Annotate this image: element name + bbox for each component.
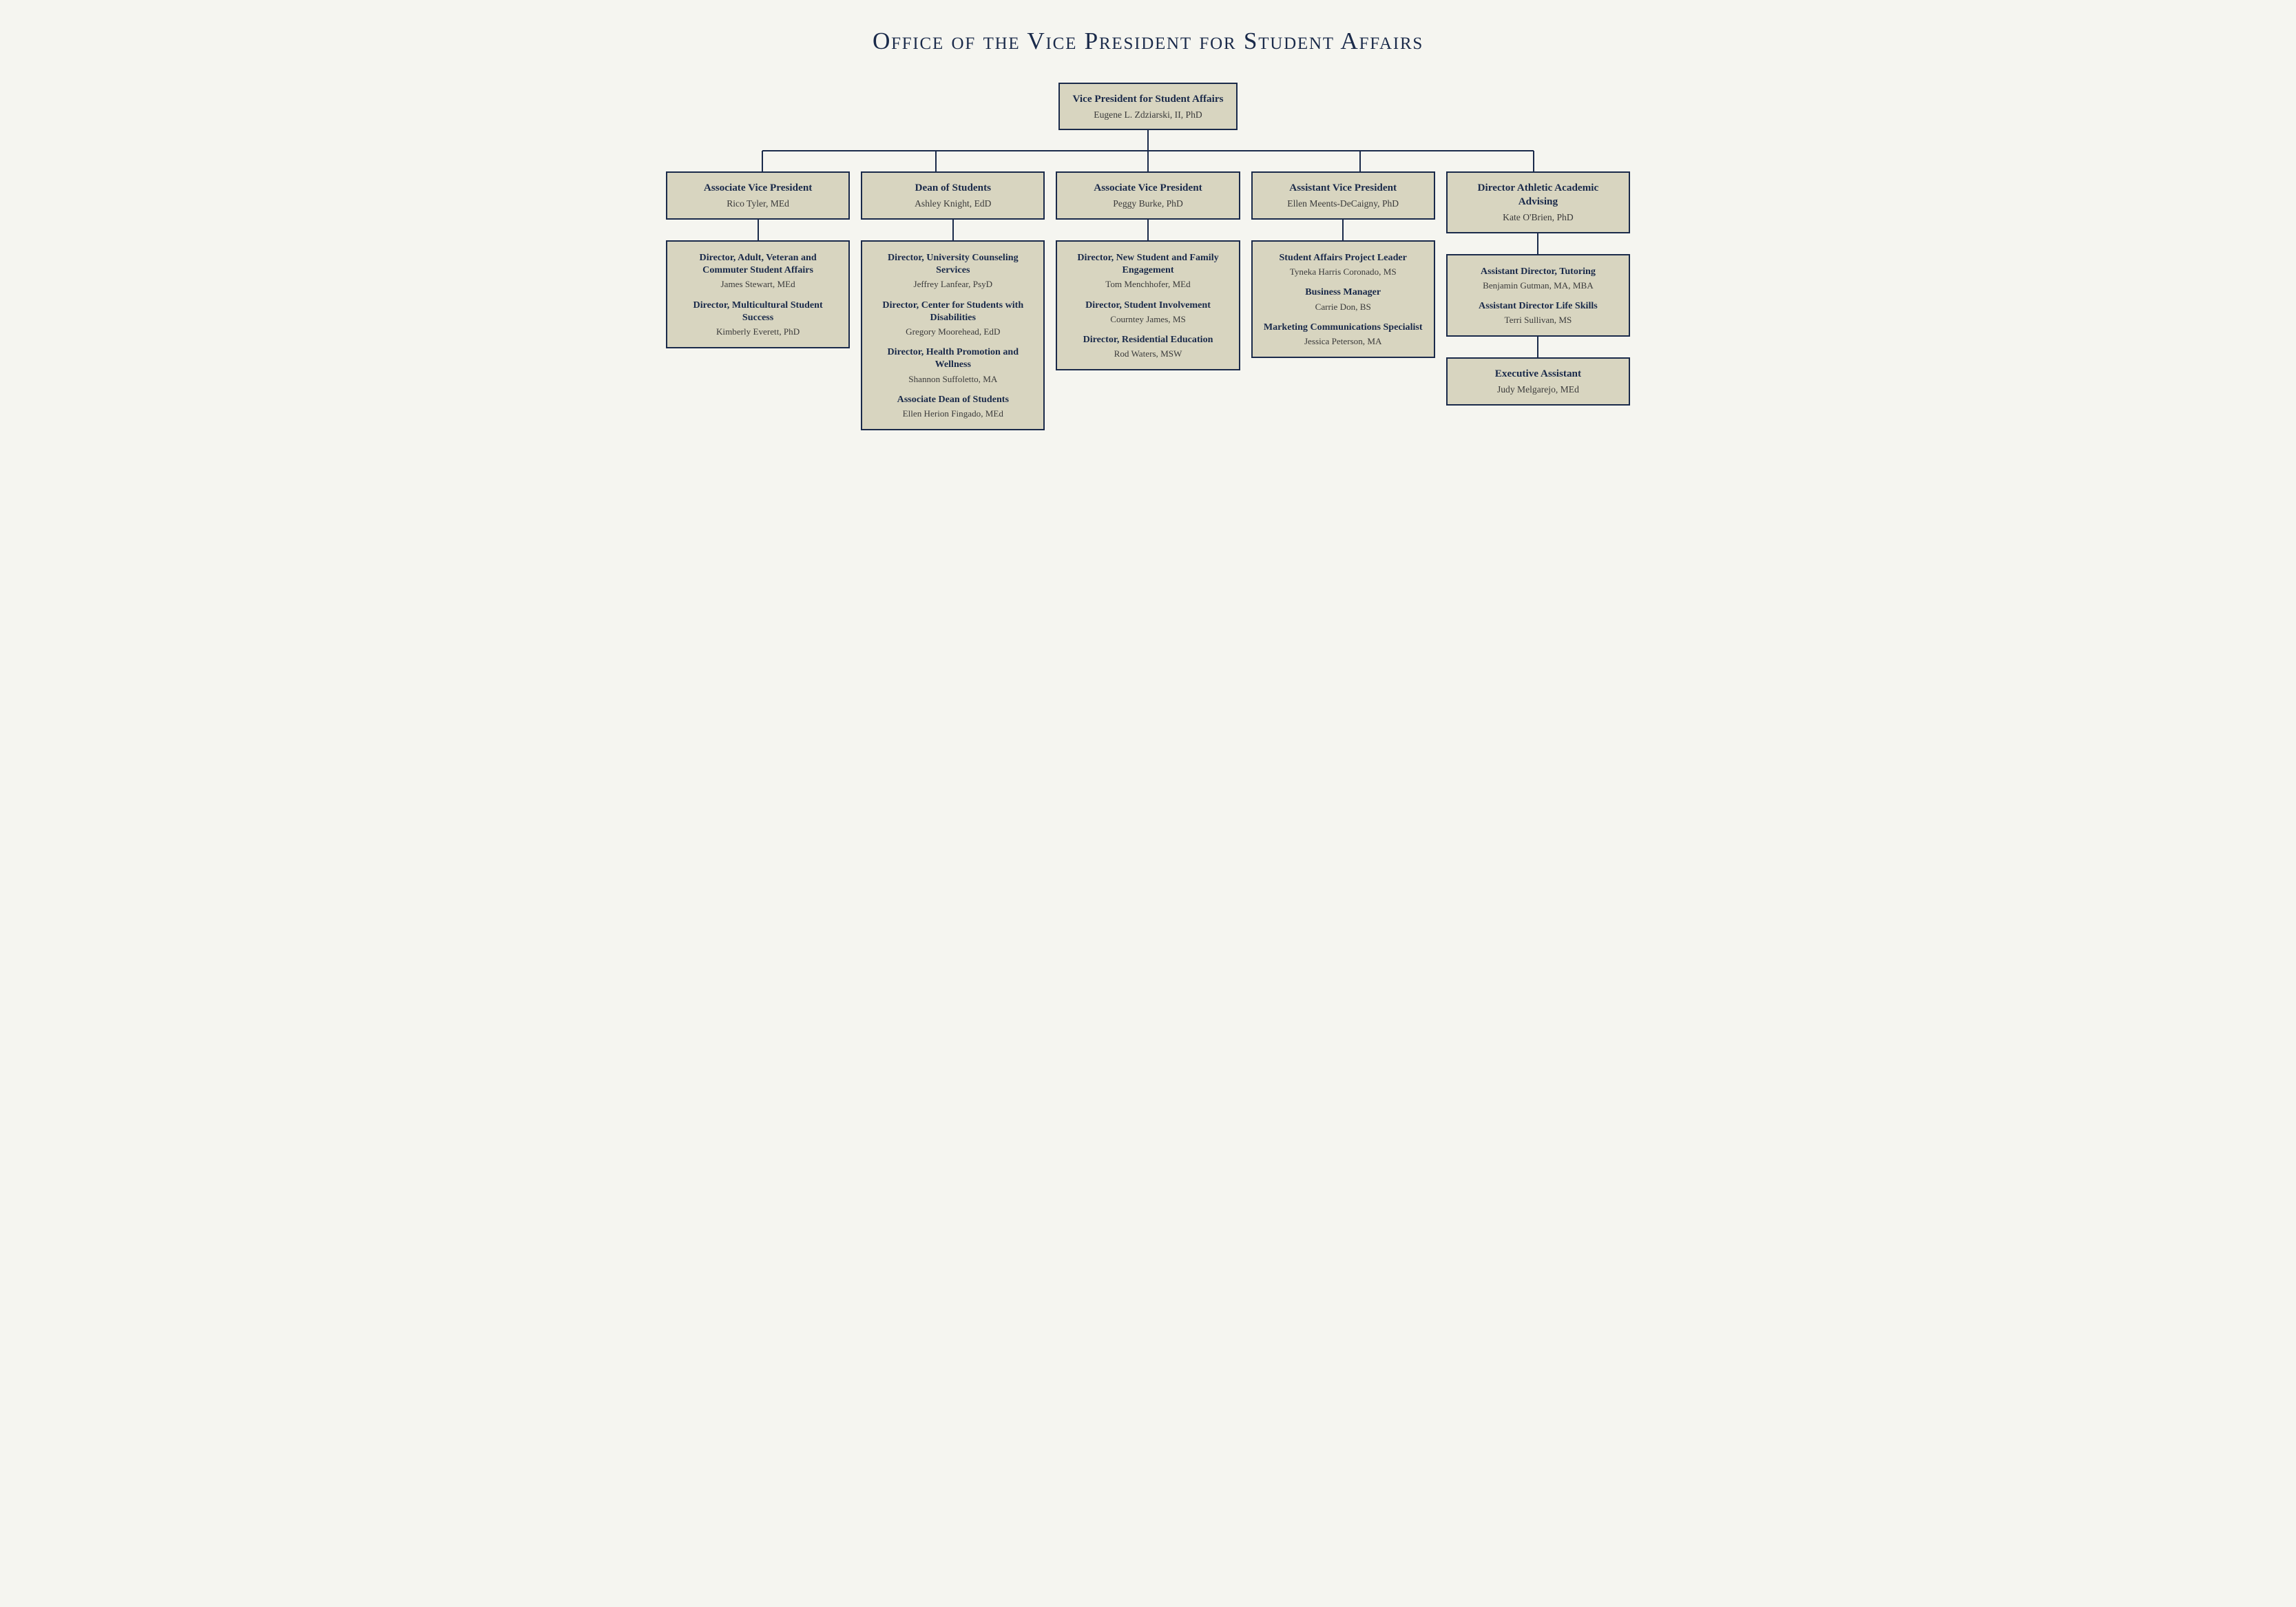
col2-entry2-name: Gregory Moorehead, EdD <box>873 326 1032 337</box>
col5-level1-box: Director Athletic Academic Advising Kate… <box>1446 171 1630 233</box>
col1-entry1-title: Director, Adult, Veteran and Commuter St… <box>678 251 837 277</box>
col2-entry2-title: Director, Center for Students with Disab… <box>873 299 1032 324</box>
col4-entry-3: Marketing Communications Specialist Jess… <box>1264 321 1423 347</box>
col3-entry2-title: Director, Student Involvement <box>1068 299 1227 311</box>
vp-connector <box>666 130 1630 171</box>
col5-level1-title: Director Athletic Academic Advising <box>1459 181 1618 209</box>
col1-entry-1: Director, Adult, Veteran and Commuter St… <box>678 251 837 291</box>
col3-entry1-name: Tom Menchhofer, MEd <box>1068 278 1227 290</box>
col3-entry3-title: Director, Residential Education <box>1068 333 1227 346</box>
col4-entry2-name: Carrie Don, BS <box>1264 301 1423 313</box>
col2-v-connector <box>952 220 954 240</box>
col3-v-connector <box>1147 220 1149 240</box>
col3-entry1-title: Director, New Student and Family Engagem… <box>1068 251 1227 277</box>
col5-entry2-title: Assistant Director Life Skills <box>1459 300 1618 312</box>
col2-entry1-name: Jeffrey Lanfear, PsyD <box>873 278 1032 290</box>
col2-entry-2: Director, Center for Students with Disab… <box>873 299 1032 338</box>
col3-entry3-name: Rod Waters, MSW <box>1068 348 1227 359</box>
column-3: Associate Vice President Peggy Burke, Ph… <box>1056 171 1240 430</box>
col1-level1-title: Associate Vice President <box>678 181 837 195</box>
col5-level3-title: Executive Assistant <box>1459 367 1618 381</box>
col2-entry3-title: Director, Health Promotion and Wellness <box>873 346 1032 371</box>
col3-entry-3: Director, Residential Education Rod Wate… <box>1068 333 1227 359</box>
col5-entry1-name: Benjamin Gutman, MA, MBA <box>1459 280 1618 291</box>
col4-entry1-name: Tyneka Harris Coronado, MS <box>1264 266 1423 277</box>
col3-entry-1: Director, New Student and Family Engagem… <box>1068 251 1227 291</box>
col2-entry-1: Director, University Counseling Services… <box>873 251 1032 291</box>
col3-level1-box: Associate Vice President Peggy Burke, Ph… <box>1056 171 1240 219</box>
col1-level2-box: Director, Adult, Veteran and Commuter St… <box>666 240 850 348</box>
col1-level1-name: Rico Tyler, MEd <box>678 198 837 210</box>
columns-row: Associate Vice President Rico Tyler, MEd… <box>666 171 1630 430</box>
col2-entry-3: Director, Health Promotion and Wellness … <box>873 346 1032 385</box>
col2-entry1-title: Director, University Counseling Services <box>873 251 1032 277</box>
column-1: Associate Vice President Rico Tyler, MEd… <box>666 171 850 430</box>
col3-level2-box: Director, New Student and Family Engagem… <box>1056 240 1240 370</box>
vp-box: Vice President for Student Affairs Eugen… <box>1058 83 1238 130</box>
col3-level1-name: Peggy Burke, PhD <box>1068 198 1227 210</box>
col4-level1-name: Ellen Meents-DeCaigny, PhD <box>1264 198 1423 210</box>
top-level: Vice President for Student Affairs Eugen… <box>666 83 1630 130</box>
col2-entry3-name: Shannon Suffoletto, MA <box>873 373 1032 385</box>
col4-entry3-name: Jessica Peterson, MA <box>1264 335 1423 347</box>
col4-entry3-title: Marketing Communications Specialist <box>1264 321 1423 333</box>
col4-entry2-title: Business Manager <box>1264 286 1423 298</box>
col4-entry1-title: Student Affairs Project Leader <box>1264 251 1423 264</box>
col5-level2-box: Assistant Director, Tutoring Benjamin Gu… <box>1446 254 1630 337</box>
col1-v-connector <box>758 220 759 240</box>
col5-entry1-title: Assistant Director, Tutoring <box>1459 265 1618 277</box>
col5-entry2-name: Terri Sullivan, MS <box>1459 314 1618 326</box>
connector-svg <box>666 130 1630 171</box>
col1-entry1-name: James Stewart, MEd <box>678 278 837 290</box>
col5-level1-name: Kate O'Brien, PhD <box>1459 211 1618 224</box>
col4-level2-box: Student Affairs Project Leader Tyneka Ha… <box>1251 240 1435 358</box>
col5-entry-2: Assistant Director Life Skills Terri Sul… <box>1459 300 1618 326</box>
col2-level2-box: Director, University Counseling Services… <box>861 240 1045 430</box>
col4-v-connector <box>1342 220 1344 240</box>
column-2: Dean of Students Ashley Knight, EdD Dire… <box>861 171 1045 430</box>
col5-level3-box: Executive Assistant Judy Melgarejo, MEd <box>1446 357 1630 405</box>
vp-title: Vice President for Student Affairs <box>1071 92 1225 106</box>
col4-entry-1: Student Affairs Project Leader Tyneka Ha… <box>1264 251 1423 277</box>
col5-v-connector <box>1537 233 1538 254</box>
col1-level1-box: Associate Vice President Rico Tyler, MEd <box>666 171 850 219</box>
col2-entry-4: Associate Dean of Students Ellen Herion … <box>873 393 1032 419</box>
col1-entry-2: Director, Multicultural Student Success … <box>678 299 837 338</box>
col3-entry2-name: Courntey James, MS <box>1068 313 1227 325</box>
col5-entry-1: Assistant Director, Tutoring Benjamin Gu… <box>1459 265 1618 291</box>
col4-level1-box: Assistant Vice President Ellen Meents-De… <box>1251 171 1435 219</box>
col4-level1-title: Assistant Vice President <box>1264 181 1423 195</box>
column-4: Assistant Vice President Ellen Meents-De… <box>1251 171 1435 430</box>
col3-entry-2: Director, Student Involvement Courntey J… <box>1068 299 1227 325</box>
col2-entry4-title: Associate Dean of Students <box>873 393 1032 406</box>
col3-level1-title: Associate Vice President <box>1068 181 1227 195</box>
org-chart: Office of the Vice President for Student… <box>666 28 1630 430</box>
col4-entry-2: Business Manager Carrie Don, BS <box>1264 286 1423 312</box>
col5-v-connector2 <box>1537 337 1538 357</box>
page-title: Office of the Vice President for Student… <box>666 28 1630 55</box>
col2-level1-name: Ashley Knight, EdD <box>873 198 1032 210</box>
col1-entry2-title: Director, Multicultural Student Success <box>678 299 837 324</box>
column-5: Director Athletic Academic Advising Kate… <box>1446 171 1630 430</box>
col1-entry2-name: Kimberly Everett, PhD <box>678 326 837 337</box>
col2-level1-title: Dean of Students <box>873 181 1032 195</box>
col5-level3-name: Judy Melgarejo, MEd <box>1459 384 1618 396</box>
col2-level1-box: Dean of Students Ashley Knight, EdD <box>861 171 1045 219</box>
col2-entry4-name: Ellen Herion Fingado, MEd <box>873 408 1032 419</box>
vp-name: Eugene L. Zdziarski, II, PhD <box>1071 109 1225 121</box>
